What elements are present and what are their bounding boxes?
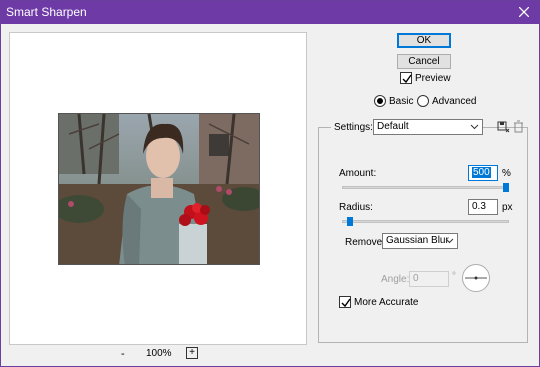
close-icon <box>519 7 529 17</box>
angle-unit: ° <box>452 271 456 282</box>
preview-image[interactable] <box>58 113 260 265</box>
amount-slider-thumb[interactable] <box>503 183 509 192</box>
zoom-out-button[interactable]: - <box>121 348 125 360</box>
delete-preset-button[interactable] <box>512 120 525 133</box>
radio-advanced[interactable] <box>417 95 429 107</box>
radius-label: Radius: <box>339 202 373 213</box>
remove-value: Gaussian Blur <box>386 235 449 246</box>
preview-checkbox[interactable] <box>400 72 412 84</box>
radius-slider-thumb[interactable] <box>346 217 353 226</box>
angle-value: 0 <box>413 273 419 284</box>
radius-value: 0.3 <box>472 201 486 212</box>
amount-slider-track[interactable] <box>342 186 509 189</box>
amount-unit: % <box>502 168 511 179</box>
remove-dropdown[interactable]: Gaussian Blur <box>382 233 458 249</box>
cancel-button[interactable]: Cancel <box>397 54 451 69</box>
remove-label: Remove: <box>345 237 386 248</box>
amount-value: 500 <box>472 167 491 178</box>
angle-label: Angle: <box>381 274 410 285</box>
preview-label: Preview <box>415 73 451 84</box>
preview-photo <box>59 114 259 264</box>
amount-label: Amount: <box>339 168 377 179</box>
checkmark-icon <box>402 74 412 84</box>
window-title: Smart Sharpen <box>6 5 87 19</box>
amount-input[interactable]: 500 <box>468 165 498 181</box>
angle-dial[interactable] <box>462 264 490 292</box>
ok-button[interactable]: OK <box>397 33 451 48</box>
radio-basic-label: Basic <box>389 96 414 107</box>
radius-unit: px <box>502 202 513 213</box>
radio-advanced-label: Advanced <box>432 96 477 107</box>
settings-value: Default <box>377 121 409 132</box>
checkmark-icon <box>341 298 351 308</box>
settings-dropdown[interactable]: Default <box>373 119 483 135</box>
more-accurate-checkbox[interactable] <box>339 296 351 308</box>
zoom-in-button[interactable]: + <box>186 347 198 359</box>
save-preset-icon <box>497 121 510 133</box>
save-preset-button[interactable] <box>497 120 510 133</box>
close-button[interactable] <box>509 1 539 24</box>
smart-sharpen-dialog: Smart Sharpen - 100% + OK Cancel Preview… <box>0 0 540 367</box>
chevron-down-icon <box>470 124 479 130</box>
radius-input[interactable]: 0.3 <box>468 199 498 215</box>
radio-selected-dot <box>377 98 383 104</box>
title-bar[interactable]: Smart Sharpen <box>1 1 539 24</box>
angle-input[interactable]: 0 <box>409 271 449 287</box>
radius-slider-track[interactable] <box>342 220 509 223</box>
angle-dial-icon <box>465 276 487 280</box>
more-accurate-label: More Accurate <box>354 297 419 308</box>
preview-pane[interactable] <box>9 32 307 345</box>
zoom-level: 100% <box>146 348 172 359</box>
settings-label: Settings: <box>334 122 373 133</box>
trash-icon <box>514 120 523 133</box>
chevron-down-icon <box>445 238 454 244</box>
radio-basic[interactable] <box>374 95 386 107</box>
